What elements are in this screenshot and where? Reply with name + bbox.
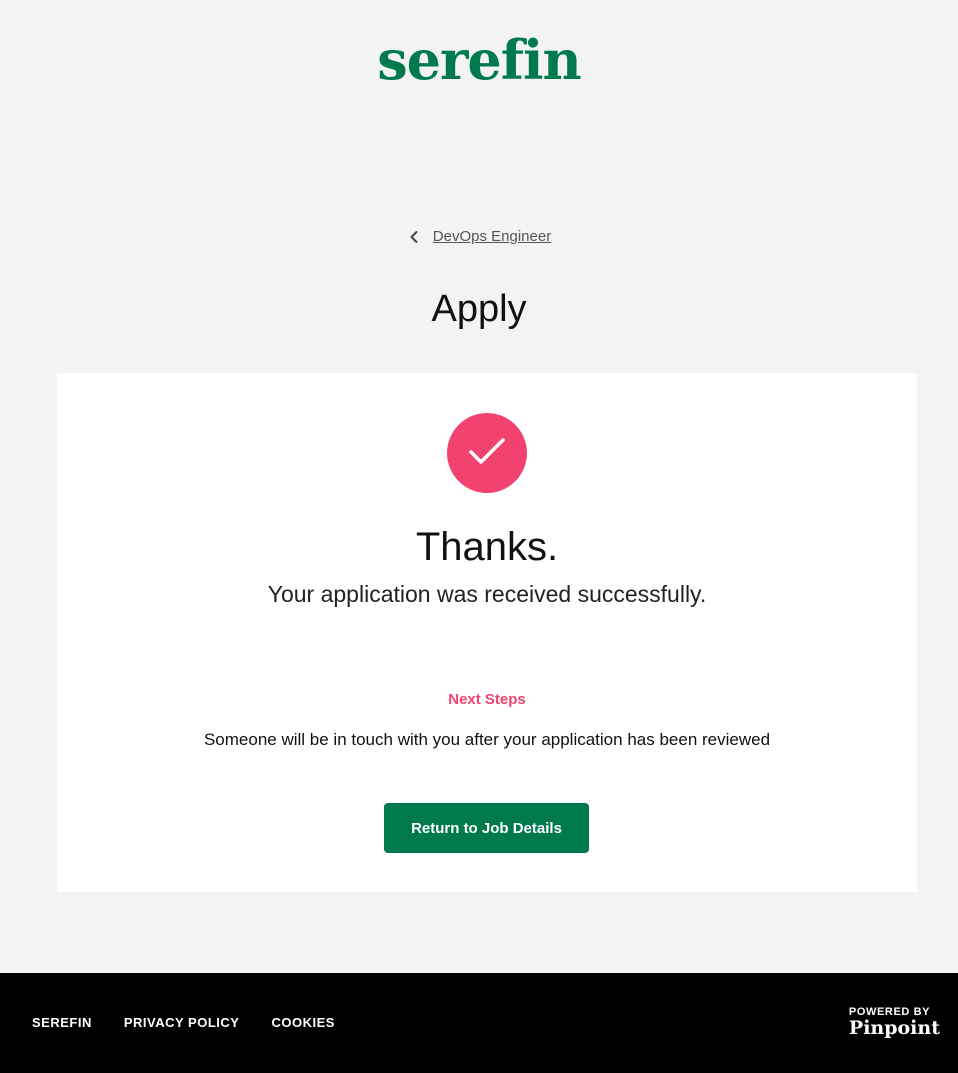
footer-link-cookies[interactable]: COOKIES <box>271 1015 334 1030</box>
footer-link-privacy-policy[interactable]: PRIVACY POLICY <box>124 1015 240 1030</box>
chevron-left-icon[interactable] <box>407 230 421 244</box>
page-title: Apply <box>431 288 527 330</box>
success-message: Your application was received successful… <box>267 581 707 607</box>
pinpoint-logo: Pinpoint <box>848 1017 940 1039</box>
breadcrumb: DevOps Engineer <box>0 228 958 245</box>
thanks-heading: Thanks. <box>415 525 559 569</box>
confirmation-card: Thanks. Your application was received su… <box>57 373 917 892</box>
serefin-logo[interactable]: serefin <box>0 28 958 92</box>
footer-links: SEREFIN PRIVACY POLICY COOKIES <box>32 1015 335 1030</box>
header: serefin <box>0 0 958 140</box>
next-steps-label: Next Steps <box>448 691 526 708</box>
footer-link-serefin[interactable]: SEREFIN <box>32 1015 92 1030</box>
footer: SEREFIN PRIVACY POLICY COOKIES POWERED B… <box>0 973 958 1073</box>
next-steps-text: Someone will be in touch with you after … <box>203 730 771 749</box>
checkmark-icon <box>467 431 507 476</box>
powered-by-pinpoint[interactable]: POWERED BY Pinpoint <box>849 1006 940 1039</box>
success-badge <box>447 413 527 493</box>
back-to-job-link[interactable]: DevOps Engineer <box>433 228 551 245</box>
return-to-job-details-button[interactable]: Return to Job Details <box>384 803 589 853</box>
